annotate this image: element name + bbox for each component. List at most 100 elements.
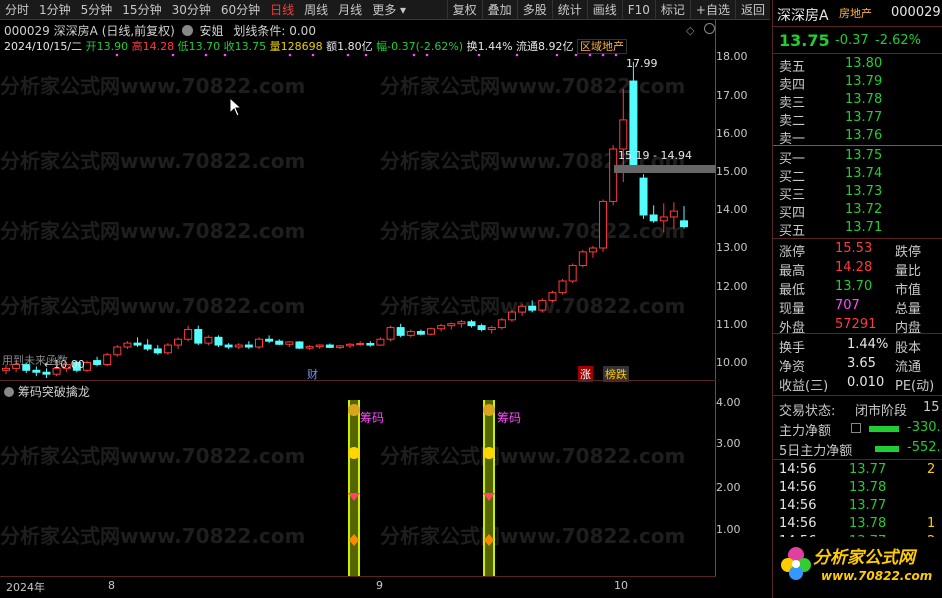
candle-body[interactable] [568, 264, 577, 282]
bid-row[interactable]: 买三 13.73 [779, 184, 942, 203]
candle-body[interactable] [396, 327, 405, 336]
candle-body[interactable] [487, 327, 496, 331]
candle-body[interactable] [214, 336, 223, 346]
candle-body[interactable] [659, 216, 668, 222]
candle-body[interactable] [285, 341, 294, 345]
period-fenshi[interactable]: 分时 [0, 0, 34, 20]
candle-body[interactable] [143, 344, 152, 350]
candle-body[interactable] [507, 311, 516, 321]
candle-body[interactable] [113, 346, 122, 356]
candle-body[interactable] [609, 148, 618, 202]
bid-row[interactable]: 买五 13.71 [779, 220, 942, 239]
candle-body[interactable] [244, 344, 253, 348]
candle-body[interactable] [335, 345, 344, 348]
candle-body[interactable] [356, 343, 365, 346]
bid-row[interactable]: 买四 13.72 [779, 202, 942, 221]
candle-body[interactable] [123, 342, 132, 348]
candle-body[interactable] [234, 344, 243, 348]
candle-body[interactable] [578, 251, 587, 266]
candle-body[interactable] [295, 341, 304, 349]
ask-row[interactable]: 卖一 13.76 [779, 128, 942, 147]
candle-body[interactable] [275, 340, 284, 345]
candle-body[interactable] [184, 329, 193, 340]
candle-body[interactable] [153, 348, 162, 354]
candle-body[interactable] [265, 338, 274, 342]
candle-body[interactable] [548, 292, 557, 301]
period-monthly[interactable]: 月线 [333, 0, 367, 20]
add-watchlist-button[interactable]: +自选 [689, 0, 735, 20]
mark-button[interactable]: 标记 [654, 0, 690, 20]
fuquan-button[interactable]: 复权 [446, 0, 482, 20]
candle-body[interactable] [416, 330, 425, 335]
candle-body[interactable] [588, 247, 597, 253]
candle-body[interactable] [2, 367, 10, 371]
tick-row[interactable]: 14:56 13.78 1 [779, 516, 942, 534]
bid-row[interactable]: 买二 13.74 [779, 166, 942, 185]
candle-body[interactable] [93, 360, 102, 365]
tick-row[interactable]: 14:56 13.78 [779, 480, 942, 498]
candle-body[interactable] [427, 328, 436, 335]
stat-row[interactable]: 最低 13.70 市值 [779, 279, 942, 298]
candle-body[interactable] [447, 323, 456, 327]
candle-body[interactable] [254, 338, 263, 348]
period-5min[interactable]: 5分钟 [76, 0, 118, 20]
candle-body[interactable] [305, 346, 314, 349]
stats-button[interactable]: 统计 [551, 0, 587, 20]
candle-body[interactable] [204, 336, 213, 344]
period-1min[interactable]: 1分钟 [34, 0, 76, 20]
overlay-button[interactable]: 叠加 [481, 0, 517, 20]
period-60min[interactable]: 60分钟 [216, 0, 265, 20]
multi-stock-button[interactable]: 多股 [516, 0, 552, 20]
candle-body[interactable] [325, 344, 334, 348]
candle-body[interactable] [558, 280, 567, 294]
candle-body[interactable] [406, 330, 415, 336]
ask-row[interactable]: 卖二 13.77 [779, 110, 942, 129]
period-15min[interactable]: 15分钟 [117, 0, 166, 20]
bid-row[interactable]: 买一 13.75 [779, 148, 942, 167]
candle-body[interactable] [518, 305, 527, 313]
candle-body[interactable] [457, 321, 466, 325]
candle-body[interactable] [224, 344, 233, 348]
stat-row[interactable]: 换手 1.44% 股本 [779, 337, 942, 356]
diamond-icon[interactable]: ◇ [686, 24, 694, 37]
candle-body[interactable] [163, 344, 172, 354]
indicator-chart[interactable] [0, 398, 716, 576]
candle-body[interactable] [315, 344, 324, 348]
ask-row[interactable]: 卖五 13.80 [779, 56, 942, 75]
tick-row[interactable]: 14:56 13.77 [779, 498, 942, 516]
period-more[interactable]: 更多 ▾ [367, 0, 411, 20]
candle-body[interactable] [194, 329, 203, 344]
candle-body[interactable] [528, 305, 537, 311]
period-30min[interactable]: 30分钟 [167, 0, 216, 20]
stat-row[interactable]: 涨停 15.53 跌停 [779, 241, 942, 260]
back-button[interactable]: 返回 [734, 0, 770, 20]
candle-body[interactable] [680, 220, 688, 228]
candle-body[interactable] [174, 338, 183, 346]
gear-icon[interactable] [4, 387, 14, 397]
stat-row[interactable]: 最高 14.28 量比 [779, 260, 942, 279]
period-weekly[interactable]: 周线 [299, 0, 333, 20]
doc-icon[interactable] [851, 423, 861, 433]
candle-body[interactable] [467, 321, 476, 327]
candle-body[interactable] [386, 327, 395, 340]
candle-body[interactable] [649, 214, 658, 222]
stat-row[interactable]: 净资 3.65 流通 [779, 356, 942, 375]
draw-line-button[interactable]: 画线 [586, 0, 622, 20]
candle-body[interactable] [639, 177, 648, 216]
candle-body[interactable] [497, 319, 506, 329]
candle-body[interactable] [437, 325, 446, 330]
candle-body[interactable] [346, 343, 355, 347]
candle-body[interactable] [42, 371, 51, 375]
f10-button[interactable]: F10 [621, 0, 655, 20]
stat-row[interactable]: 收益(三) 0.010 PE(动) [779, 375, 942, 394]
candle-body[interactable] [103, 354, 112, 365]
circle-icon[interactable] [704, 23, 715, 34]
candle-body[interactable] [669, 210, 678, 218]
candlestick-chart[interactable] [0, 50, 716, 380]
plugin-name[interactable]: 安姐 [200, 24, 224, 38]
ask-row[interactable]: 卖三 13.78 [779, 92, 942, 111]
ask-row[interactable]: 卖四 13.79 [779, 74, 942, 93]
candle-body[interactable] [376, 338, 385, 346]
tick-row[interactable]: 14:56 13.77 2 [779, 462, 942, 480]
candle-body[interactable] [477, 325, 486, 331]
